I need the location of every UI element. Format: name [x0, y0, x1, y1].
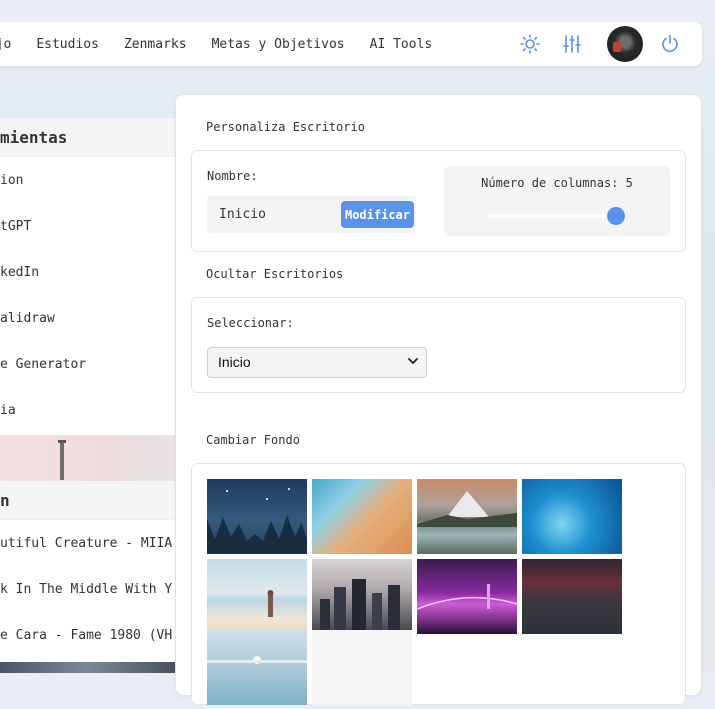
columns-label: Número de columnas: 5 [481, 176, 633, 190]
sun-icon[interactable] [520, 34, 540, 54]
settings-panel: Personaliza Escritorio Nombre: Inicio Mo… [176, 95, 701, 705]
bg-thumb-blue-water[interactable] [522, 479, 622, 554]
bg-thumb-red-sky-lake[interactable] [522, 559, 622, 634]
nombre-field[interactable]: Inicio Modificar [207, 196, 416, 233]
tool-item[interactable]: alidraw [0, 295, 175, 341]
nav-link-estudios[interactable]: Estudios [36, 37, 99, 52]
columns-slider-thumb[interactable] [607, 207, 625, 225]
music-item[interactable]: e Cara - Fame 1980 (VH... [0, 612, 175, 658]
nav-icons [502, 22, 702, 66]
chevron-down-icon [408, 358, 418, 365]
columns-slider-track[interactable] [488, 214, 618, 218]
modificar-button[interactable]: Modificar [341, 201, 414, 228]
mountain-shape [417, 491, 517, 527]
nav-links: bajo Estudios Zenmarks Metas y Objetivos… [0, 22, 457, 66]
bg-thumb-mountain-lake[interactable] [417, 479, 517, 554]
desktop-select-value: Inicio [218, 354, 251, 370]
sunrise-shape [207, 656, 307, 664]
bg-thumb-beach-woman[interactable] [207, 559, 307, 634]
fondo-box [191, 463, 686, 705]
nav-link-ai-tools[interactable]: AI Tools [370, 37, 433, 52]
nav-link-metas[interactable]: Metas y Objetivos [212, 37, 345, 52]
tools-panel-title: mientas [0, 118, 175, 157]
music-item[interactable]: k In The Middle With Y... [0, 566, 175, 612]
columns-control: Número de columnas: 5 [444, 166, 670, 236]
top-nav-bar: bajo Estudios Zenmarks Metas y Objetivos… [0, 22, 702, 66]
nav-link-trabajo[interactable]: bajo [0, 37, 11, 52]
personaliza-title: Personaliza Escritorio [206, 120, 365, 134]
ocultar-title: Ocultar Escritorios [206, 267, 344, 281]
music-panel: n utiful Creature - MIIA ... k In The Mi… [0, 481, 175, 662]
fondo-title: Cambiar Fondo [206, 433, 300, 447]
nombre-value[interactable]: Inicio [219, 207, 266, 222]
bridge-shape [416, 584, 518, 610]
music-panel-title: n [0, 481, 175, 520]
bg-thumb-city-skyline[interactable] [312, 559, 412, 634]
tool-item[interactable]: kedIn [0, 249, 175, 295]
skyline-shape [320, 579, 400, 634]
woman-silhouette [267, 590, 274, 617]
bg-thumb-night-forest[interactable] [207, 479, 307, 554]
tool-item[interactable]: ia [0, 387, 175, 433]
background-pole [58, 440, 66, 480]
background-strip [0, 435, 175, 481]
background-bottom-strip [0, 662, 175, 673]
bg-thumb-empty[interactable] [312, 630, 412, 705]
forest-silhouette [207, 488, 307, 554]
ocultar-box: Seleccionar: Inicio [191, 297, 686, 393]
music-item[interactable]: utiful Creature - MIIA ... [0, 520, 175, 566]
desktop-select[interactable]: Inicio [207, 347, 427, 378]
tools-panel: mientas ion tGPT kedIn alidraw e Generat… [0, 118, 175, 435]
bg-thumb-beach-aerial[interactable] [312, 479, 412, 554]
bg-thumb-purple-bridge[interactable] [416, 559, 518, 634]
avatar[interactable] [607, 26, 643, 62]
tool-item[interactable]: ion [0, 157, 175, 203]
seleccionar-label: Seleccionar: [207, 316, 294, 330]
tool-item[interactable]: e Generator [0, 341, 175, 387]
power-icon[interactable] [660, 34, 680, 54]
nav-link-zenmarks[interactable]: Zenmarks [124, 37, 187, 52]
nombre-label: Nombre: [207, 169, 258, 183]
personaliza-box: Nombre: Inicio Modificar Número de colum… [191, 150, 686, 252]
tool-item[interactable]: tGPT [0, 203, 175, 249]
bg-thumb-beach-sunrise[interactable] [207, 630, 307, 705]
sliders-icon[interactable] [562, 34, 582, 54]
